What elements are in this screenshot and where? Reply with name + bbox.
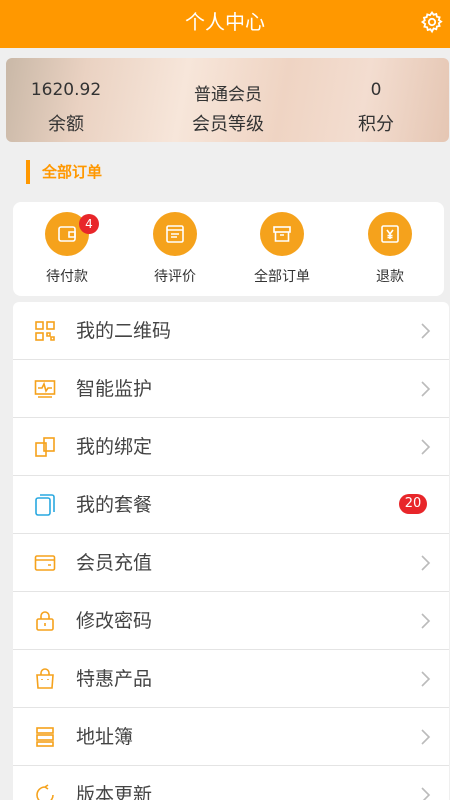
package-icon xyxy=(35,494,55,516)
chevron-right-icon xyxy=(421,439,431,455)
card-icon xyxy=(34,555,56,571)
balance-label: 余额 xyxy=(48,114,84,135)
points-label: 积分 xyxy=(358,114,394,135)
menu-item-label: 修改密码 xyxy=(76,610,153,632)
menu-item-package[interactable]: 我的套餐 20 xyxy=(13,476,449,534)
menu-item-address-book[interactable]: 地址簿 xyxy=(13,708,449,766)
page-title: 个人中心 xyxy=(185,10,265,34)
menu-item-special-products[interactable]: 特惠产品 xyxy=(13,650,449,708)
menu-item-password[interactable]: 修改密码 xyxy=(13,592,449,650)
order-label: 待评价 xyxy=(154,269,196,285)
orders-section-title: 全部订单 xyxy=(26,160,102,184)
orders-panel: 4 待付款 待评价 全部订单 退款 xyxy=(13,202,444,296)
menu-list: 我的二维码 智能监护 我的绑定 我的套餐 20 会员充值 修改密码 特惠产品 地… xyxy=(13,302,449,800)
order-pending-payment[interactable]: 4 待付款 xyxy=(17,212,117,292)
menu-item-label: 地址簿 xyxy=(76,726,134,748)
chevron-right-icon xyxy=(421,555,431,571)
menu-item-recharge[interactable]: 会员充值 xyxy=(13,534,449,592)
binding-icon xyxy=(35,437,55,457)
pending-payment-badge: 4 xyxy=(79,214,99,234)
order-label: 退款 xyxy=(376,269,404,285)
menu-item-label: 会员充值 xyxy=(76,552,153,574)
menu-item-monitor[interactable]: 智能监护 xyxy=(13,360,449,418)
lock-icon xyxy=(36,611,54,631)
top-bar: 个人中心 xyxy=(0,0,450,48)
chevron-right-icon xyxy=(421,613,431,629)
address-icon xyxy=(36,727,54,747)
member-banner: 1620.92 余额 普通会员 会员等级 0 积分 xyxy=(6,58,449,142)
order-label: 全部订单 xyxy=(254,269,310,285)
order-all[interactable]: 全部订单 xyxy=(232,212,332,292)
refund-icon xyxy=(368,212,412,256)
box-icon xyxy=(260,212,304,256)
order-label: 待付款 xyxy=(46,269,88,285)
order-refund[interactable]: 退款 xyxy=(340,212,440,292)
menu-item-label: 特惠产品 xyxy=(76,668,153,690)
qrcode-icon xyxy=(35,321,55,341)
balance-value: 1620.92 xyxy=(30,80,102,100)
chevron-right-icon xyxy=(421,787,431,800)
menu-item-version-update[interactable]: 版本更新 xyxy=(13,766,449,800)
monitor-icon xyxy=(34,380,56,398)
menu-item-label: 版本更新 xyxy=(76,784,153,800)
chevron-right-icon xyxy=(421,381,431,397)
level-value: 普通会员 xyxy=(194,85,262,105)
points-value: 0 xyxy=(370,80,382,100)
menu-item-label: 我的二维码 xyxy=(76,320,172,342)
level-label: 会员等级 xyxy=(192,114,264,135)
review-icon xyxy=(153,212,197,256)
chevron-right-icon xyxy=(421,671,431,687)
chevron-right-icon xyxy=(421,323,431,339)
bag-icon xyxy=(36,668,54,689)
update-icon xyxy=(36,784,54,800)
menu-item-binding[interactable]: 我的绑定 xyxy=(13,418,449,476)
package-count-badge: 20 xyxy=(399,494,427,514)
menu-item-label: 智能监护 xyxy=(76,378,153,400)
gear-icon[interactable] xyxy=(420,10,444,34)
menu-item-label: 我的套餐 xyxy=(76,494,153,516)
menu-item-label: 我的绑定 xyxy=(76,436,153,458)
chevron-right-icon xyxy=(421,729,431,745)
menu-item-qrcode[interactable]: 我的二维码 xyxy=(13,302,449,360)
order-pending-review[interactable]: 待评价 xyxy=(125,212,225,292)
